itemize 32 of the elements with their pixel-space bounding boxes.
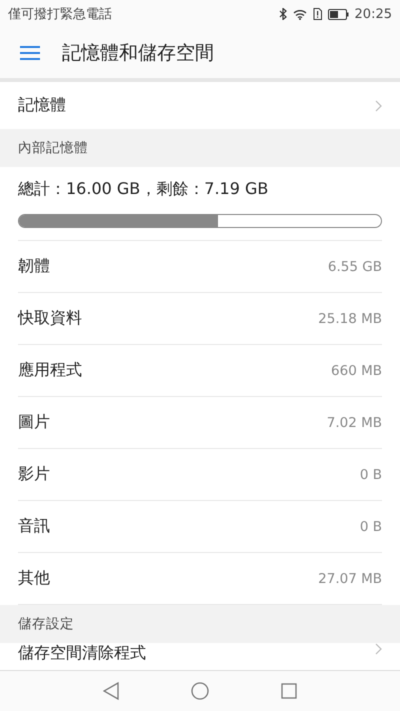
back-icon[interactable] [103, 682, 119, 700]
list-item[interactable]: 儲存空間清除程式 [0, 643, 400, 666]
section-header: 內部記憶體 [18, 139, 88, 157]
menu-icon[interactable] [20, 46, 40, 60]
item-value: 25.18 MB [318, 310, 382, 326]
item-label: 影片 [18, 464, 50, 485]
chevron-icon [375, 100, 382, 112]
battery-icon [328, 8, 349, 20]
recents-icon[interactable] [281, 683, 297, 699]
item-value: 27.07 MB [318, 570, 382, 586]
item-label: 應用程式 [18, 360, 82, 381]
item-label: 音訊 [18, 516, 50, 537]
item-label: 韌體 [18, 256, 50, 277]
item-label: 圖片 [18, 412, 50, 433]
item-value: 7.02 MB [326, 414, 382, 430]
carrier-text: 僅可撥打緊急電話 [8, 6, 112, 23]
wifi-icon [292, 8, 307, 20]
clock-text: 20:25 [354, 6, 392, 22]
item-value: 0 B [360, 518, 382, 534]
item-value: 0 B [360, 466, 382, 482]
list-item[interactable]: 記憶體 [0, 82, 400, 129]
bluetooth-icon [278, 8, 287, 20]
screen-title: 記憶體和儲存空間 [62, 41, 214, 66]
item-value: 6.55 GB [328, 258, 382, 274]
home-icon[interactable] [191, 682, 209, 700]
section-header: 儲存設定 [18, 615, 74, 633]
chevron-icon [375, 643, 382, 655]
item-value: 660 MB [331, 362, 382, 378]
storage-summary: 總計：16.00 GB，剩餘：7.19 GB [18, 179, 268, 198]
sim-icon [312, 8, 322, 20]
item-label: 其他 [18, 568, 50, 589]
item-label: 快取資料 [18, 308, 82, 329]
